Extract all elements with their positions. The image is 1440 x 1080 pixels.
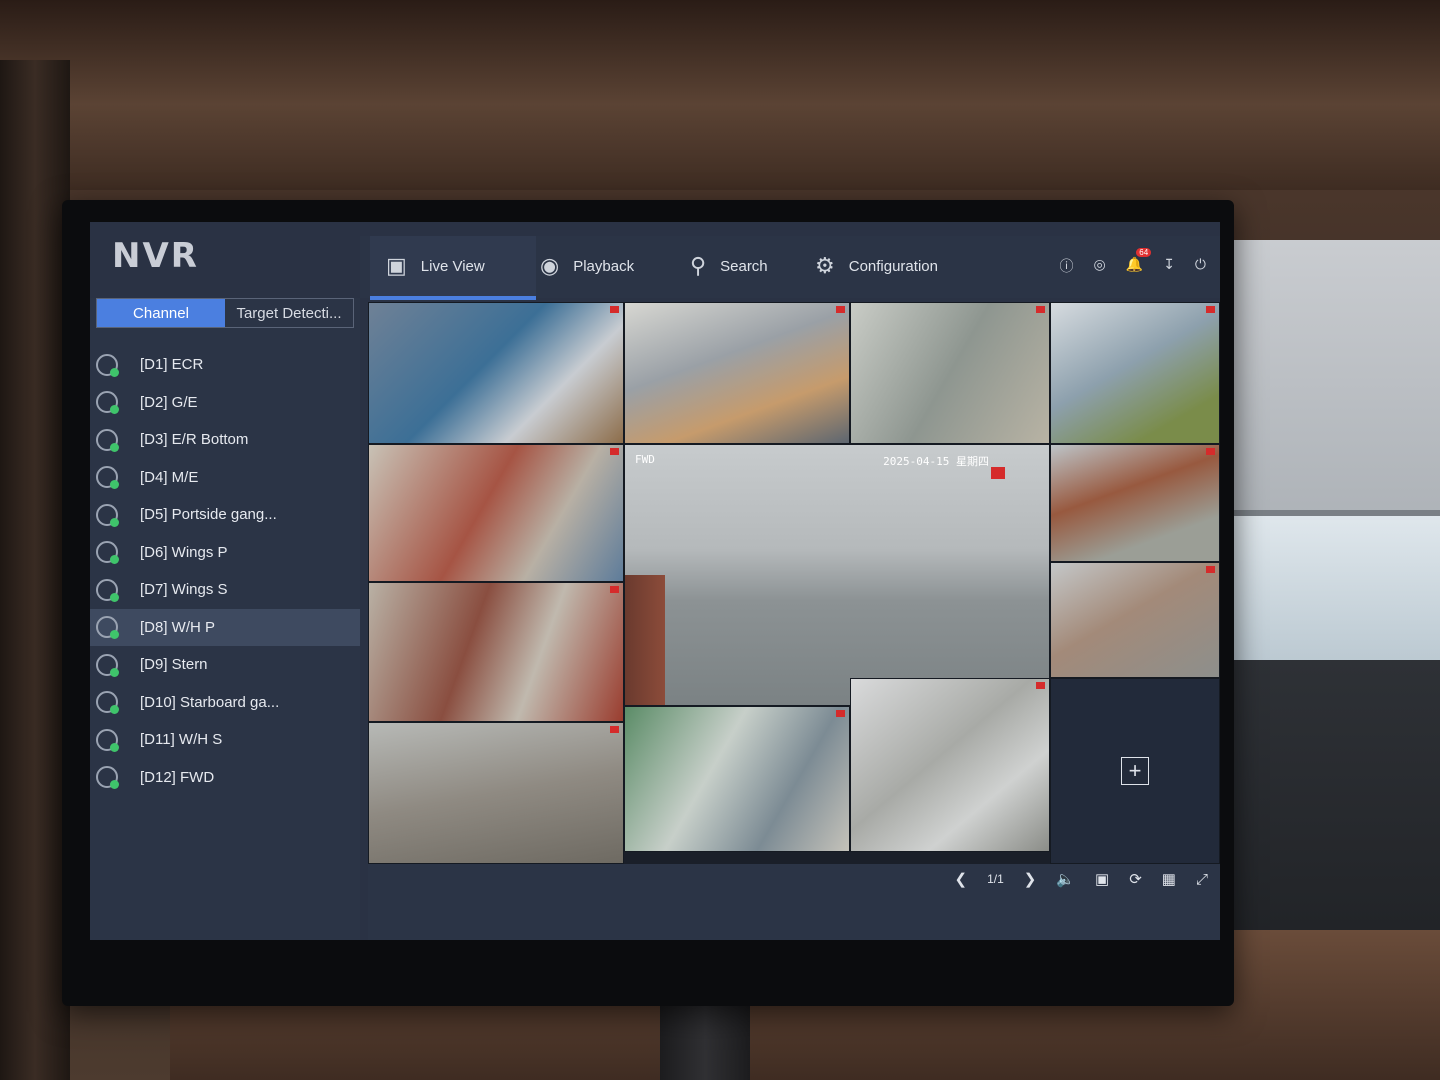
live-view-grid: FWD 2025-04-15 星期四 +: [368, 302, 1220, 864]
video-tile[interactable]: [850, 678, 1050, 852]
search-icon: ⚲: [690, 253, 707, 278]
monitor: HIKVISION NVR ▣ Live View ◉ Playback ⚲ S…: [62, 200, 1234, 1006]
page-indicator: 1/1: [987, 872, 1004, 886]
bottom-toolbar: ❮ 1/1 ❯ 🔈 ▣ ⟳ ▦ ⤢: [368, 864, 1220, 940]
power-icon[interactable]: ⏻: [1195, 256, 1206, 276]
tab-channel[interactable]: Channel: [97, 299, 225, 327]
camera-online-icon: [96, 728, 119, 752]
record-icon: [610, 586, 619, 593]
playback-icon: ◉: [540, 253, 560, 278]
channel-item[interactable]: [D3] E/R Bottom: [90, 421, 360, 459]
camera-online-icon: [96, 653, 119, 677]
tab-search[interactable]: ⚲ Search: [690, 236, 768, 296]
top-nav: ▣ Live View ◉ Playback ⚲ Search ⚙ Config…: [360, 236, 1220, 300]
tab-configuration[interactable]: ⚙ Configuration: [815, 236, 938, 296]
audio-icon[interactable]: 🔈: [1056, 870, 1075, 888]
channel-item-selected[interactable]: [D8] W/H P: [90, 608, 360, 646]
bell-icon[interactable]: 🔔 64: [1126, 248, 1152, 276]
camera-timestamp: 2025-04-15 星期四: [883, 455, 989, 468]
ceiling: [0, 0, 1440, 190]
refresh-icon[interactable]: ⟳: [1129, 870, 1142, 888]
channel-item[interactable]: [D4] M/E: [90, 459, 360, 497]
record-icon: [610, 726, 619, 733]
video-tile[interactable]: [624, 302, 850, 444]
record-icon: [1206, 566, 1215, 573]
channel-item[interactable]: [D11] W/H S: [90, 721, 360, 759]
record-icon: [1036, 682, 1045, 689]
camera-online-icon: [96, 353, 119, 377]
bridge-window: [1230, 510, 1440, 676]
record-icon: [1206, 306, 1215, 313]
app-logo: NVR: [112, 236, 199, 276]
video-tile[interactable]: [1050, 562, 1220, 678]
pillar: [0, 60, 70, 1080]
gear-icon: ⚙: [815, 253, 835, 278]
camera-online-icon: [96, 766, 119, 790]
next-page-icon[interactable]: ❯: [1024, 870, 1037, 888]
video-tile[interactable]: [1050, 302, 1220, 444]
system-icons: ⓘ ◎ 🔔 64 ↧ ⏻: [1060, 248, 1206, 276]
video-tile[interactable]: [850, 302, 1050, 444]
tab-label: Live View: [420, 257, 485, 275]
channel-item[interactable]: [D7] Wings S: [90, 571, 360, 609]
empty-tile: +: [1050, 678, 1220, 864]
sidebar-tabs: Channel Target Detecti...: [96, 298, 354, 328]
record-icon: [610, 306, 619, 313]
camera-online-icon: [96, 466, 119, 490]
record-icon: [836, 710, 845, 717]
channel-item[interactable]: [D10] Starboard ga...: [90, 684, 360, 722]
record-icon: [836, 306, 845, 313]
notification-badge: 64: [1136, 248, 1152, 257]
info-icon[interactable]: ⓘ: [1060, 256, 1074, 276]
tab-live-view[interactable]: ▣ Live View: [370, 236, 536, 300]
prev-page-icon[interactable]: ❮: [955, 870, 968, 888]
camera-online-icon: [96, 578, 119, 602]
add-camera-button[interactable]: +: [1121, 757, 1149, 785]
toolbar-controls: ❮ 1/1 ❯ 🔈 ▣ ⟳ ▦ ⤢: [955, 870, 1209, 889]
channel-item[interactable]: [D9] Stern: [90, 646, 360, 684]
video-tile[interactable]: [368, 722, 624, 864]
download-icon[interactable]: ↧: [1163, 256, 1175, 276]
channel-item[interactable]: [D2] G/E: [90, 384, 360, 422]
camera-icon: ▣: [386, 253, 407, 278]
main-video-tile[interactable]: FWD 2025-04-15 星期四: [624, 444, 1050, 706]
nvr-screen: NVR ▣ Live View ◉ Playback ⚲ Search ⚙ Co…: [90, 222, 1220, 940]
channel-item[interactable]: [D12] FWD: [90, 759, 360, 797]
channel-list: [D1] ECR [D2] G/E [D3] E/R Bottom [D4] M…: [90, 346, 360, 796]
fullscreen-icon[interactable]: ⤢: [1196, 871, 1208, 888]
channel-sidebar: Channel Target Detecti... [D1] ECR [D2] …: [90, 298, 360, 940]
layout-icon[interactable]: ▦: [1162, 870, 1176, 888]
target-icon[interactable]: ◎: [1094, 256, 1106, 276]
record-icon: [610, 448, 619, 455]
tab-target-detection[interactable]: Target Detecti...: [225, 299, 353, 327]
record-icon: [1206, 448, 1215, 455]
camera-online-icon: [96, 391, 119, 415]
tab-label: Configuration: [848, 257, 938, 275]
channel-item[interactable]: [D1] ECR: [90, 346, 360, 384]
alarm-icon: [991, 467, 1005, 479]
video-tile[interactable]: [368, 582, 624, 722]
camera-label: FWD: [635, 453, 655, 466]
camera-online-icon: [96, 503, 119, 527]
video-tile[interactable]: [368, 444, 624, 582]
channel-item[interactable]: [D5] Portside gang...: [90, 496, 360, 534]
tab-label: Playback: [573, 257, 635, 275]
video-tile[interactable]: [1050, 444, 1220, 562]
video-tile[interactable]: [624, 706, 850, 852]
camera-online-icon: [96, 428, 119, 452]
capture-icon[interactable]: ▣: [1095, 870, 1109, 888]
video-tile[interactable]: [368, 302, 624, 444]
camera-online-icon: [96, 541, 119, 565]
camera-online-icon: [96, 616, 119, 640]
camera-online-icon: [96, 691, 119, 715]
channel-item[interactable]: [D6] Wings P: [90, 534, 360, 572]
ship-bow: [625, 575, 665, 705]
tab-playback[interactable]: ◉ Playback: [540, 236, 634, 296]
tab-label: Search: [720, 257, 768, 275]
record-icon: [1036, 306, 1045, 313]
